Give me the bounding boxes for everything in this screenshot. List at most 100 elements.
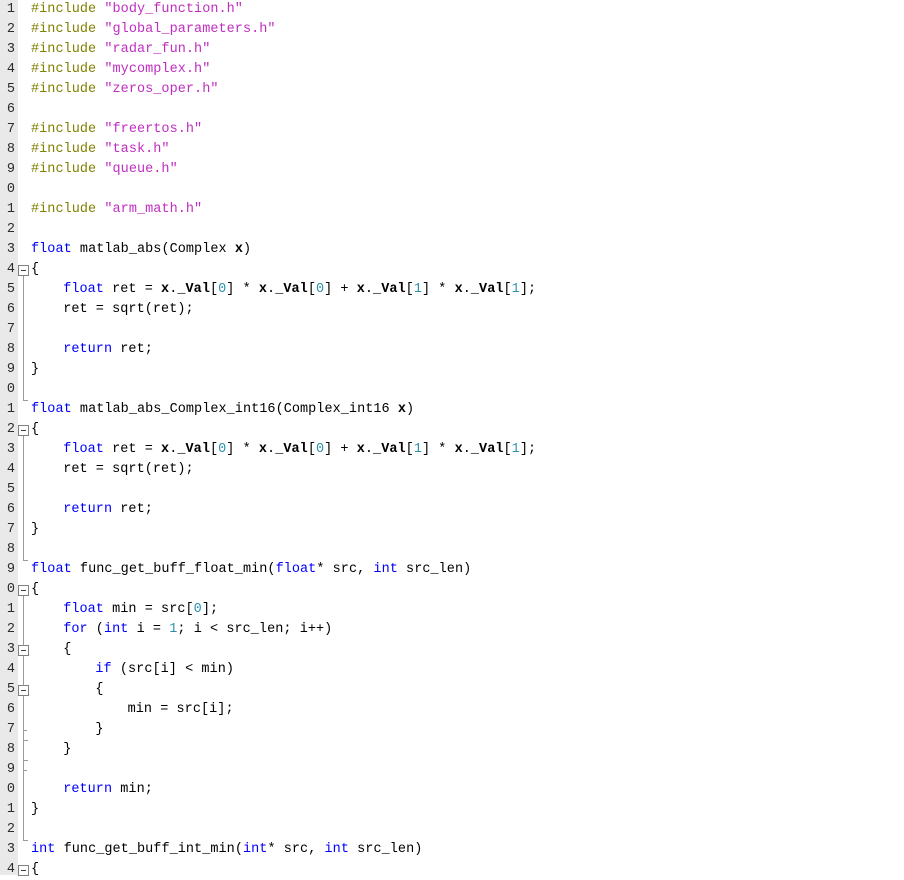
code-line[interactable]: 2{	[0, 420, 904, 440]
fold-toggle-icon[interactable]	[18, 585, 29, 596]
code-text[interactable]: {	[31, 580, 39, 600]
fold-toggle-icon[interactable]	[18, 265, 29, 276]
code-text[interactable]: float min = src[0];	[31, 600, 218, 620]
code-text[interactable]: float ret = x._Val[0] * x._Val[0] + x._V…	[31, 280, 536, 300]
code-text[interactable]: }	[31, 740, 71, 760]
code-text[interactable]: min = src[i];	[31, 700, 234, 720]
token-num: 1	[413, 442, 422, 457]
code-text[interactable]: {	[31, 260, 39, 280]
code-line[interactable]: 9 float func_get_buff_float_min(float* sr…	[0, 560, 904, 580]
code-line[interactable]: 8 #include "task.h"	[0, 140, 904, 160]
code-text[interactable]: #include "radar_fun.h"	[31, 40, 210, 60]
code-line[interactable]: 5	[0, 480, 904, 500]
code-line[interactable]: 6 ret = sqrt(ret);	[0, 300, 904, 320]
code-line[interactable]: 8 return ret;	[0, 340, 904, 360]
code-line[interactable]: 1 float min = src[0];	[0, 600, 904, 620]
token-kw: if	[95, 662, 112, 677]
token-punc: <	[201, 622, 227, 637]
token-punc: =	[144, 622, 170, 637]
code-text[interactable]: for (int i = 1; i < src_len; i++)	[31, 620, 332, 640]
code-text[interactable]: {	[31, 640, 71, 660]
fold-toggle-icon[interactable]	[18, 865, 29, 876]
code-line[interactable]: 2	[0, 220, 904, 240]
fold-toggle-icon[interactable]	[18, 685, 29, 696]
code-text[interactable]: float matlab_abs(Complex x)	[31, 240, 251, 260]
code-line[interactable]: 7	[0, 320, 904, 340]
code-line[interactable]: 3 int func_get_buff_int_min(int* src, int…	[0, 840, 904, 860]
code-text[interactable]: {	[31, 860, 39, 880]
code-text[interactable]: #include "queue.h"	[31, 160, 178, 180]
code-text[interactable]: }	[31, 360, 39, 380]
code-text[interactable]: #include "body_function.h"	[31, 0, 243, 20]
code-line[interactable]: 5 #include "zeros_oper.h"	[0, 80, 904, 100]
code-text[interactable]: #include "mycomplex.h"	[31, 60, 210, 80]
code-line[interactable]: 7}	[0, 720, 904, 740]
token-punc: ];	[201, 602, 219, 617]
code-line[interactable]: 0{	[0, 580, 904, 600]
code-text[interactable]: #include "arm_math.h"	[31, 200, 202, 220]
code-text[interactable]: float func_get_buff_float_min(float* src…	[31, 560, 471, 580]
code-text[interactable]: if (src[i] < min)	[31, 660, 234, 680]
code-line[interactable]: 7}	[0, 520, 904, 540]
code-text[interactable]: }	[31, 720, 104, 740]
code-line[interactable]: 4 if (src[i] < min)	[0, 660, 904, 680]
code-line[interactable]: 9}	[0, 360, 904, 380]
token-punc: {	[31, 422, 40, 437]
code-line[interactable]: 1 float matlab_abs_Complex_int16(Complex_…	[0, 400, 904, 420]
code-line[interactable]: 9	[0, 760, 904, 780]
code-line[interactable]: 3{	[0, 640, 904, 660]
code-line[interactable]: 3 float ret = x._Val[0] * x._Val[0] + x._…	[0, 440, 904, 460]
code-line[interactable]: 8}	[0, 740, 904, 760]
code-line[interactable]: 1 #include "body_function.h"	[0, 0, 904, 20]
code-text[interactable]: }	[31, 800, 39, 820]
code-line[interactable]: 1 #include "arm_math.h"	[0, 200, 904, 220]
fold-toggle-icon[interactable]	[18, 425, 29, 436]
code-line[interactable]: 3 float matlab_abs(Complex x)	[0, 240, 904, 260]
code-text[interactable]: int func_get_buff_int_min(int* src, int …	[31, 840, 422, 860]
code-line[interactable]: 4{	[0, 860, 904, 880]
code-text[interactable]: #include "global_parameters.h"	[31, 20, 276, 40]
code-line[interactable]: 6 return ret;	[0, 500, 904, 520]
code-text[interactable]: {	[31, 420, 39, 440]
token-punc: ++)	[307, 622, 333, 637]
code-line[interactable]: 1}	[0, 800, 904, 820]
code-line[interactable]: 5{	[0, 680, 904, 700]
code-line[interactable]: 6	[0, 100, 904, 120]
fold-toggle-icon[interactable]	[18, 645, 29, 656]
code-line[interactable]: 2 #include "global_parameters.h"	[0, 20, 904, 40]
code-line[interactable]: 6 min = src[i];	[0, 700, 904, 720]
code-line[interactable]: 4 #include "mycomplex.h"	[0, 60, 904, 80]
code-text[interactable]: #include "freertos.h"	[31, 120, 202, 140]
code-line[interactable]: 8	[0, 540, 904, 560]
token-param: _Val	[373, 442, 406, 457]
token-kw: float	[275, 562, 317, 577]
code-line[interactable]: 4 ret = sqrt(ret);	[0, 460, 904, 480]
code-text[interactable]: return min;	[31, 780, 153, 800]
line-number: 1	[6, 202, 15, 217]
code-line[interactable]: 7 #include "freertos.h"	[0, 120, 904, 140]
code-text[interactable]: ret = sqrt(ret);	[31, 460, 194, 480]
token-punc: }	[63, 742, 72, 757]
code-line[interactable]: 5 float ret = x._Val[0] * x._Val[0] + x._…	[0, 280, 904, 300]
token-punc: ;	[283, 622, 300, 637]
code-line[interactable]: 0 return min;	[0, 780, 904, 800]
code-text[interactable]: return ret;	[31, 340, 153, 360]
code-text[interactable]: return ret;	[31, 500, 153, 520]
code-text[interactable]: #include "zeros_oper.h"	[31, 80, 219, 100]
code-line[interactable]: 0	[0, 380, 904, 400]
code-editor[interactable]: 1 #include "body_function.h" 2 #include "gl…	[0, 0, 904, 877]
code-text[interactable]: ret = sqrt(ret);	[31, 300, 194, 320]
code-text[interactable]: #include "task.h"	[31, 140, 170, 160]
code-line[interactable]: 2 for (int i = 1; i < src_len; i++)	[0, 620, 904, 640]
code-line[interactable]: 3 #include "radar_fun.h"	[0, 40, 904, 60]
code-text[interactable]: }	[31, 520, 39, 540]
code-line[interactable]: 2	[0, 820, 904, 840]
code-text[interactable]: {	[31, 680, 104, 700]
code-text[interactable]: float ret = x._Val[0] * x._Val[0] + x._V…	[31, 440, 536, 460]
code-line[interactable]: 4{	[0, 260, 904, 280]
code-text[interactable]: float matlab_abs_Complex_int16(Complex_i…	[31, 400, 414, 420]
token-id: ret	[120, 342, 145, 357]
code-line[interactable]: 0	[0, 180, 904, 200]
token-punc: ] *	[421, 282, 455, 297]
code-line[interactable]: 9 #include "queue.h"	[0, 160, 904, 180]
